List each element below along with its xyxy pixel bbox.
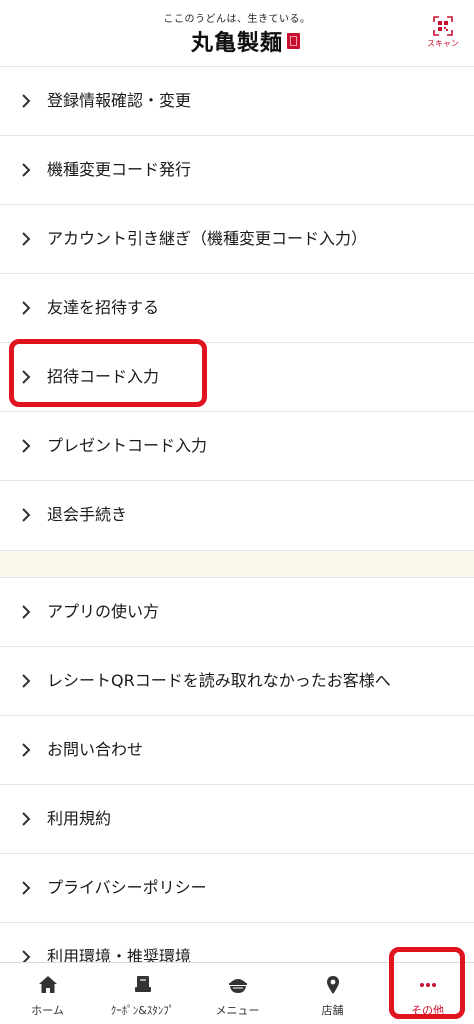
menu-item-invite-friends[interactable]: 友達を招待する [0,274,474,343]
chevron-right-icon [22,163,31,177]
chevron-right-icon [22,812,31,826]
scan-button[interactable]: スキャン [420,16,466,54]
menu-item-account-info[interactable]: 登録情報確認・変更 [0,67,474,136]
bottom-tab-bar: ホーム ｸｰﾎﾟﾝ&ｽﾀﾝﾌﾟ メニュー 店舗 その他 [0,962,474,1024]
menu-item-label: 招待コード入力 [47,367,160,386]
menu-item-label: 利用規約 [47,809,112,828]
tab-home[interactable]: ホーム [0,963,95,1024]
app-screen: ここのうどんは、生きている。 丸亀製麺 スキャン 登録情報確認・変更 機種変更コ… [0,0,474,1024]
menu-item-label: 友達を招待する [47,298,160,317]
section-divider [0,551,474,578]
menu-item-label: レシートQRコードを読み取れなかったお客様へ [47,671,391,690]
map-pin-icon [327,976,339,994]
menu-item-label: 登録情報確認・変更 [47,91,192,110]
menu-item-invite-code-entry[interactable]: 招待コード入力 [0,343,474,412]
chevron-right-icon [22,605,31,619]
chevron-right-icon [22,674,31,688]
chevron-right-icon [22,370,31,384]
more-dots-icon [420,983,436,987]
tab-other[interactable]: その他 [380,963,474,1024]
menu-item-label: アプリの使い方 [47,602,160,621]
qr-scan-icon [433,16,453,36]
chevron-right-icon [22,508,31,522]
chevron-right-icon [22,743,31,757]
menu-item-terms[interactable]: 利用規約 [0,785,474,854]
menu-item-receipt-qr-help[interactable]: レシートQRコードを読み取れなかったお客様へ [0,647,474,716]
home-icon [39,976,57,993]
tab-label: その他 [411,1004,444,1017]
menu-item-withdraw[interactable]: 退会手続き [0,481,474,551]
menu-item-label: お問い合わせ [47,740,144,759]
coupon-icon [135,976,151,992]
menu-item-privacy-policy[interactable]: プライバシーポリシー [0,854,474,923]
bowl-icon [229,979,247,993]
logo-seal-icon [287,33,300,49]
menu-item-label: 退会手続き [47,505,128,524]
menu-item-account-transfer[interactable]: アカウント引き継ぎ（機種変更コード入力） [0,205,474,274]
tab-menu[interactable]: メニュー [190,963,285,1024]
menu-item-device-change-code[interactable]: 機種変更コード発行 [0,136,474,205]
tab-label: ｸｰﾎﾟﾝ&ｽﾀﾝﾌﾟ [110,1004,175,1017]
chevron-right-icon [22,232,31,246]
tab-store[interactable]: 店舗 [285,963,380,1024]
menu-item-label: プレゼントコード入力 [47,436,208,455]
app-header: ここのうどんは、生きている。 丸亀製麺 スキャン [0,0,474,67]
menu-item-how-to-use[interactable]: アプリの使い方 [0,578,474,647]
menu-item-label: 機種変更コード発行 [47,160,192,179]
chevron-right-icon [22,301,31,315]
brand-tagline: ここのうどんは、生きている。 [163,14,311,25]
menu-item-contact[interactable]: お問い合わせ [0,716,474,785]
scan-label: スキャン [427,39,459,48]
tab-label: ホーム [31,1004,64,1017]
menu-item-label: プライバシーポリシー [47,878,207,897]
chevron-right-icon [22,881,31,895]
tab-label: 店舗 [321,1004,344,1017]
menu-item-label: アカウント引き継ぎ（機種変更コード入力） [47,229,368,248]
brand-logo: 丸亀製麺 [190,30,283,56]
chevron-right-icon [22,94,31,108]
tab-label: メニュー [215,1004,260,1017]
chevron-right-icon [22,439,31,453]
menu-item-present-code-entry[interactable]: プレゼントコード入力 [0,412,474,481]
tab-coupon-stamp[interactable]: ｸｰﾎﾟﾝ&ｽﾀﾝﾌﾟ [95,963,190,1024]
